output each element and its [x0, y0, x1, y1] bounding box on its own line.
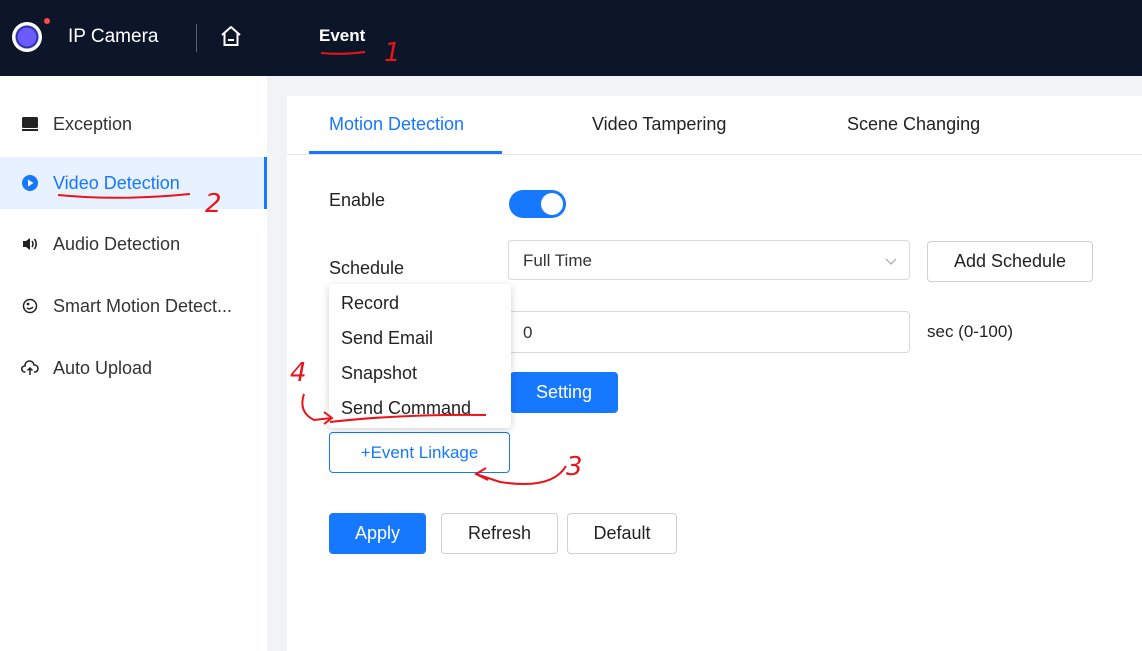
delay-input[interactable]: 0 [508, 311, 910, 353]
active-tab-indicator [309, 151, 502, 154]
speaker-icon [21, 235, 39, 253]
annotation-number-4: 4 [290, 358, 307, 388]
play-circle-icon [21, 174, 39, 192]
apply-button[interactable]: Apply [329, 513, 426, 554]
menu-item-send-email[interactable]: Send Email [341, 328, 433, 349]
menu-item-snapshot[interactable]: Snapshot [341, 363, 417, 384]
setting-button[interactable]: Setting [510, 372, 618, 413]
motion-icon [21, 297, 39, 315]
schedule-select[interactable]: Full Time [508, 240, 910, 280]
default-button[interactable]: Default [567, 513, 677, 554]
refresh-button[interactable]: Refresh [441, 513, 558, 554]
enable-toggle[interactable] [509, 190, 566, 218]
sidebar-item-video-detection[interactable]: Video Detection [0, 157, 267, 209]
home-icon[interactable] [219, 24, 243, 48]
sidebar-item-label: Audio Detection [53, 233, 181, 254]
logo-status-dot [44, 18, 50, 24]
add-schedule-button[interactable]: Add Schedule [927, 241, 1093, 282]
schedule-label: Schedule [329, 258, 405, 278]
annotation-number-2: 2 [205, 189, 222, 219]
enable-label: Enable [329, 190, 386, 210]
sidebar-item-label: Exception [53, 113, 133, 134]
chevron-down-icon [885, 258, 897, 265]
nav-event-tab[interactable]: Event [319, 26, 365, 46]
sidebar-item-label: Smart Motion Detect... [53, 295, 233, 316]
monitor-icon [21, 115, 39, 133]
delay-value: 0 [523, 323, 533, 342]
tab-motion-detection[interactable]: Motion Detection [329, 114, 464, 135]
top-bar: IP Camera Event [0, 0, 1142, 76]
sidebar-item-smart-motion[interactable]: Smart Motion Detect... [0, 280, 267, 332]
sidebar-item-label: Video Detection [53, 172, 180, 193]
tab-video-tampering[interactable]: Video Tampering [592, 114, 726, 135]
delay-unit: sec (0-100) [927, 322, 1013, 341]
event-linkage-menu: Record Send Email Snapshot Send Command [329, 284, 511, 428]
tab-scene-changing[interactable]: Scene Changing [847, 114, 980, 135]
schedule-value: Full Time [523, 251, 592, 270]
detection-tabs: Motion Detection Video Tampering Scene C… [287, 96, 1142, 155]
sidebar-item-audio-detection[interactable]: Audio Detection [0, 218, 267, 270]
annotation-number-1: 1 [384, 38, 401, 68]
menu-item-send-command[interactable]: Send Command [341, 398, 471, 419]
camera-logo-icon [12, 22, 42, 52]
sidebar: Exception Video Detection Audio Detectio… [0, 76, 267, 651]
sidebar-gap [267, 76, 287, 651]
menu-item-record[interactable]: Record [341, 293, 399, 314]
sidebar-item-auto-upload[interactable]: Auto Upload [0, 342, 267, 394]
event-linkage-button[interactable]: +Event Linkage [329, 432, 510, 473]
sidebar-item-exception[interactable]: Exception [0, 98, 267, 150]
cloud-upload-icon [21, 359, 39, 377]
sidebar-item-label: Auto Upload [53, 357, 153, 378]
annotation-number-3: 3 [566, 452, 583, 482]
app-title: IP Camera [68, 26, 159, 47]
toggle-knob [541, 193, 563, 215]
header-divider [196, 24, 197, 52]
